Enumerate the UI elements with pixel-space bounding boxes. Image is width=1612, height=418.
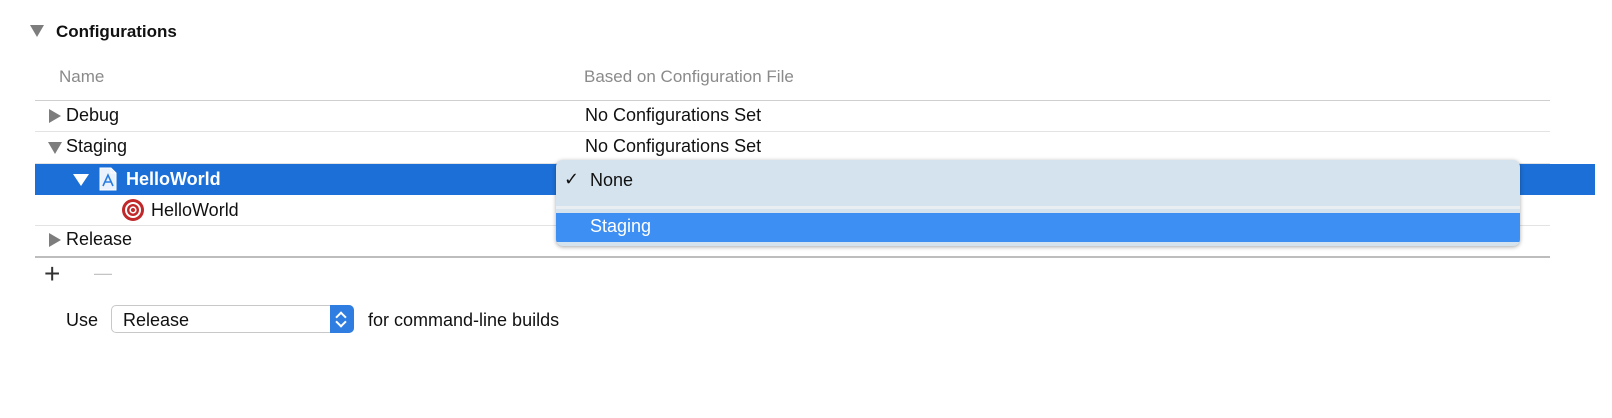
select-value: Release <box>123 310 190 330</box>
disclosure-down-icon[interactable] <box>73 174 89 186</box>
use-label: Use <box>66 310 99 330</box>
row-label: HelloWorld <box>126 169 221 189</box>
menu-item-staging[interactable]: Staging <box>590 216 651 237</box>
checkmark-icon: ✓ <box>564 169 580 189</box>
menu-item-staging-highlight[interactable] <box>556 213 1520 242</box>
table-row-staging[interactable]: Staging No Configurations Set <box>35 132 1550 163</box>
menu-item-none[interactable]: None <box>590 170 633 191</box>
configuration-file-popup-menu[interactable]: ✓ None Staging <box>556 160 1520 246</box>
column-header-based-on[interactable]: Based on Configuration File <box>584 67 794 87</box>
command-line-suffix-label: for command-line builds <box>368 310 560 330</box>
command-line-config-select[interactable]: Release <box>111 305 354 333</box>
column-header-name[interactable]: Name <box>59 67 104 87</box>
disclosure-right-icon[interactable] <box>49 233 61 247</box>
row-label: Staging <box>66 136 128 156</box>
section-title: Configurations <box>56 22 177 41</box>
row-value: No Configurations Set <box>585 105 762 125</box>
section-disclosure-icon[interactable] <box>30 25 44 37</box>
project-file-icon <box>99 167 117 191</box>
table-bottom-border <box>35 256 1550 258</box>
row-label: Debug <box>66 105 120 125</box>
chevron-updown-icon[interactable] <box>330 305 354 333</box>
row-value: No Configurations Set <box>585 136 762 156</box>
row-label: Release <box>66 229 133 249</box>
add-button[interactable]: + <box>44 260 60 288</box>
row-label: HelloWorld <box>151 200 239 220</box>
target-icon <box>122 199 144 221</box>
table-row-debug[interactable]: Debug No Configurations Set <box>35 101 1550 131</box>
remove-button[interactable]: — <box>94 263 112 284</box>
menu-separator <box>556 206 1520 209</box>
disclosure-down-icon[interactable] <box>48 142 62 154</box>
disclosure-right-icon[interactable] <box>49 109 61 123</box>
